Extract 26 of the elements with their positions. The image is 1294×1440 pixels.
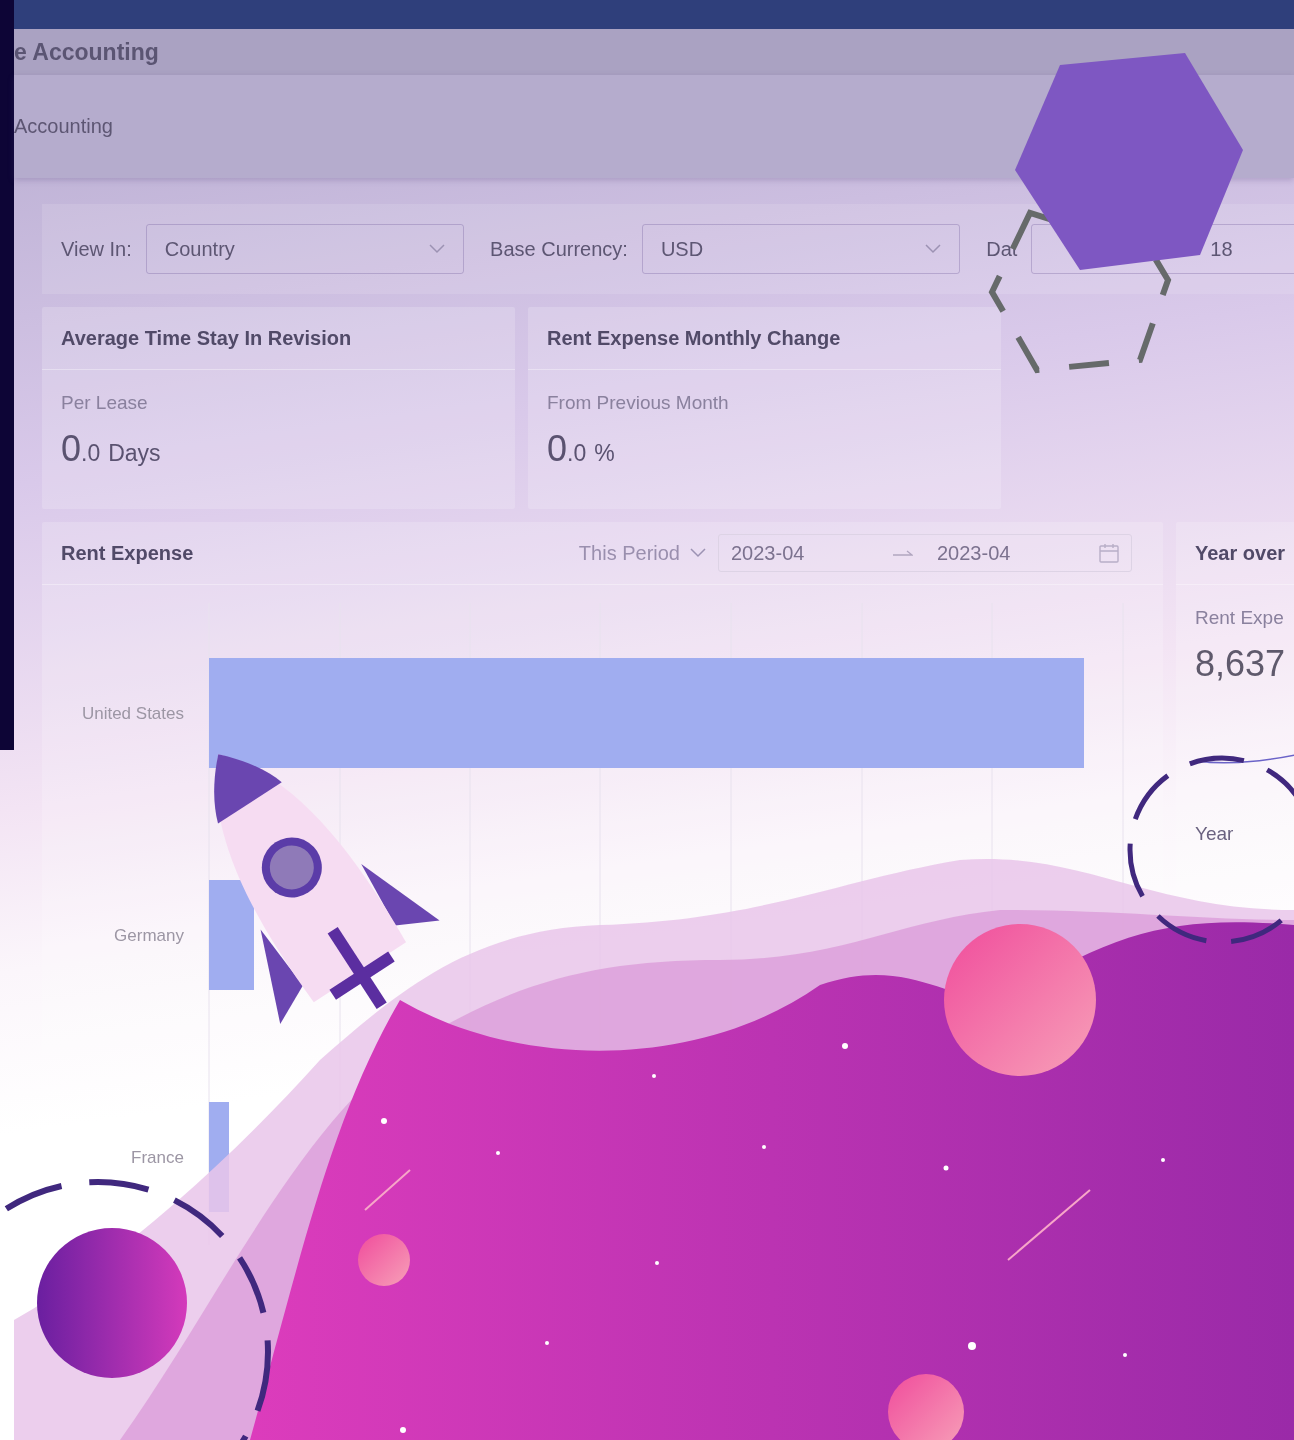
card-subtitle: Rent Expe [1195, 607, 1285, 629]
chevron-down-icon [690, 548, 706, 558]
chevron-down-icon [429, 244, 446, 254]
dropdown-field[interactable]: USD [641, 224, 961, 274]
kpi-value: 0.0 % [547, 428, 616, 470]
summary-value: 8,637 [1195, 643, 1287, 685]
filter-label: Base Currency: [490, 237, 628, 261]
period-dropdown[interactable]: This Period [578, 541, 706, 565]
card-subtitle: Per Lease [61, 392, 149, 414]
calendar-icon [1099, 543, 1119, 563]
breadcrumb-item[interactable]: Accounting [14, 115, 113, 138]
card-subtitle: From Previous Month [547, 392, 730, 414]
app-title: e Accounting [14, 38, 159, 66]
card-footer: Year [1195, 823, 1294, 845]
axis-label: United States [81, 704, 184, 723]
card-title: Year over [1195, 541, 1286, 565]
card-title: Average Time Stay In Revision [61, 326, 352, 350]
chevron-down-icon [925, 244, 942, 254]
axis-label: Germany [114, 926, 184, 945]
date-range-field[interactable]: 2023-04 2023-04 [718, 534, 1132, 572]
card-title: Rent Expense Monthly Change [547, 326, 841, 350]
dropdown-field[interactable]: Country [145, 224, 465, 274]
card-title: Rent Expense [61, 541, 194, 565]
axis-label: France [131, 1148, 184, 1167]
kpi-value: 0.0 Days [61, 428, 162, 470]
filter-label: View In: [61, 237, 132, 261]
